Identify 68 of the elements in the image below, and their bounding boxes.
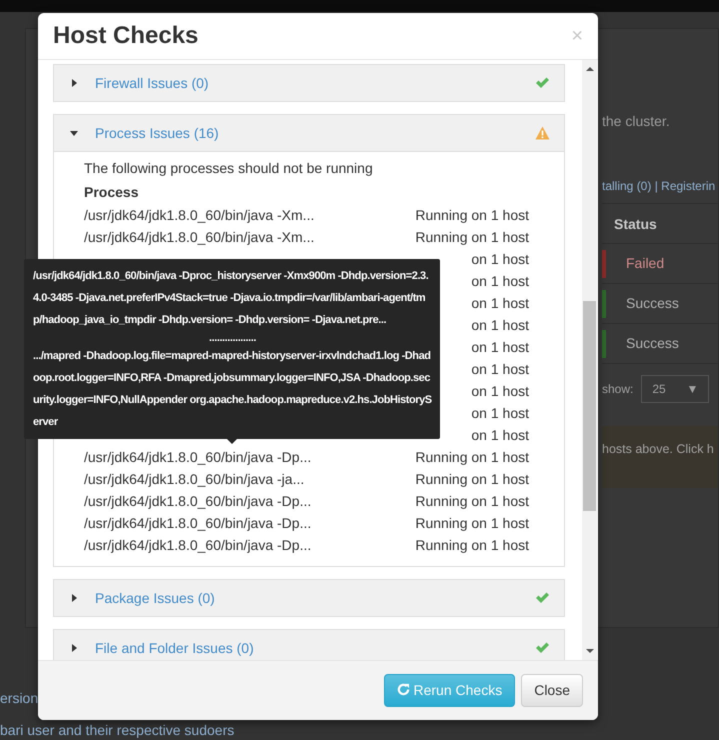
hint-text: hosts above. [602, 442, 673, 456]
scroll-up-icon[interactable] [586, 65, 594, 73]
host-link[interactable]: 1 host [490, 534, 529, 556]
host-link[interactable]: 1 host [490, 446, 529, 468]
page-size-select[interactable]: 25 ▼ [641, 375, 710, 403]
status-cell-text: Success [626, 294, 679, 313]
status-text: Running on [415, 536, 487, 555]
caret-down-icon[interactable] [70, 129, 78, 137]
status-text: Running on [415, 492, 487, 511]
host-link[interactable]: 1 host [490, 248, 529, 270]
status-text: on [471, 382, 487, 400]
process-cell: /usr/jdk64/jdk1.8.0_60/bin/java -Dp... [84, 492, 312, 508]
tooltip-text: /usr/jdk64/jdk1.8.0_60/bin/java -Dproc_historyserver -Xmx900m -Dhdp.version=2.3.4.0-3485 -Djava.net.preferIPv4Stack=true -Djava.io.tmpdir=/var/lib/ambari-agent/tmp/hadoop_java_io_tmpdir -Dhdp.version= -Dhdp.version= -Djava.net.pre... [33, 269, 430, 328]
caret-right-icon[interactable] [70, 79, 78, 87]
host-link[interactable]: 1 host [490, 270, 529, 292]
status-text: Running on [415, 206, 487, 225]
intro-text: The following processes should not be running [84, 160, 373, 176]
filter-link[interactable]: Registerin [661, 179, 716, 193]
scrollbar[interactable] [582, 60, 597, 660]
status-text: on [471, 338, 487, 356]
caret-right-icon[interactable] [70, 644, 78, 652]
status-text: on [471, 272, 487, 290]
status-text: on [471, 250, 487, 268]
process-cell: /usr/jdk64/jdk1.8.0_60/bin/java -Dp... [84, 514, 312, 530]
status-cell-text: Success [626, 334, 679, 353]
status-text: on [471, 404, 487, 422]
pager-label: show: [602, 381, 634, 398]
host-link[interactable]: 1 host [490, 292, 529, 314]
host-link[interactable]: 1 host [490, 314, 529, 336]
host-link[interactable]: 1 host [490, 380, 529, 402]
host-link[interactable]: 1 host [490, 490, 529, 512]
status-text: Running on [415, 514, 487, 533]
status-text: on [471, 294, 487, 312]
dialog-title: Host Checks [53, 24, 198, 48]
process-cell: /usr/jdk64/jdk1.8.0_60/bin/java -Xm... [84, 228, 314, 244]
separator-text: | [654, 179, 658, 193]
process-cell: /usr/jdk64/jdk1.8.0_60/bin/java -Xm... [84, 206, 314, 222]
host-link[interactable]: 1 host [490, 512, 529, 534]
separator-text: .................. [209, 332, 256, 344]
footer-text: bari user and their respective sudoers [0, 722, 234, 738]
close-button[interactable]: Close [521, 674, 583, 707]
host-link[interactable]: 1 host [490, 424, 529, 446]
status-text: on [471, 360, 487, 378]
filter-link[interactable]: talling (0) [602, 179, 652, 193]
hint-link[interactable]: Click h [676, 442, 714, 456]
column-header: Status [614, 216, 657, 232]
host-link[interactable]: 1 host [490, 402, 529, 424]
status-text: Running on [415, 470, 487, 489]
notice-text: the cluster. [602, 113, 670, 129]
caret-right-icon[interactable] [70, 594, 78, 602]
tooltip-text: .../mapred -Dhadoop.log.file=mapred-mapred-historyserver-irxvlndchad1.log -Dhadoop.root.logger=INFO,RFA -Dmapred.jobsummary.logger=INFO,JSA -Dhadoop.security.logger=INFO,NullAppender org.apache.hadoop.mapreduce.v2.hs.JobHistoryServer [33, 349, 432, 430]
status-text: Running on [415, 228, 487, 247]
host-link[interactable]: 1 host [490, 204, 529, 226]
process-cell: /usr/jdk64/jdk1.8.0_60/bin/java -ja... [84, 470, 304, 486]
host-link[interactable]: 1 host [490, 336, 529, 358]
status-text: on [471, 426, 487, 444]
process-cell: /usr/jdk64/jdk1.8.0_60/bin/java -Dp... [84, 536, 312, 552]
host-link[interactable]: 1 host [490, 358, 529, 380]
refresh-icon [396, 683, 410, 696]
status-cell-text: Failed [626, 254, 664, 273]
process-cell: /usr/jdk64/jdk1.8.0_60/bin/java -Dp... [84, 448, 312, 464]
host-link[interactable]: 1 host [490, 226, 529, 248]
host-link[interactable]: 1 host [490, 468, 529, 490]
footer-text: ersion [0, 690, 38, 706]
column-header: Process [84, 184, 138, 200]
status-text: on [471, 316, 487, 334]
scroll-down-icon[interactable] [586, 647, 594, 655]
status-text: Running on [415, 448, 487, 467]
